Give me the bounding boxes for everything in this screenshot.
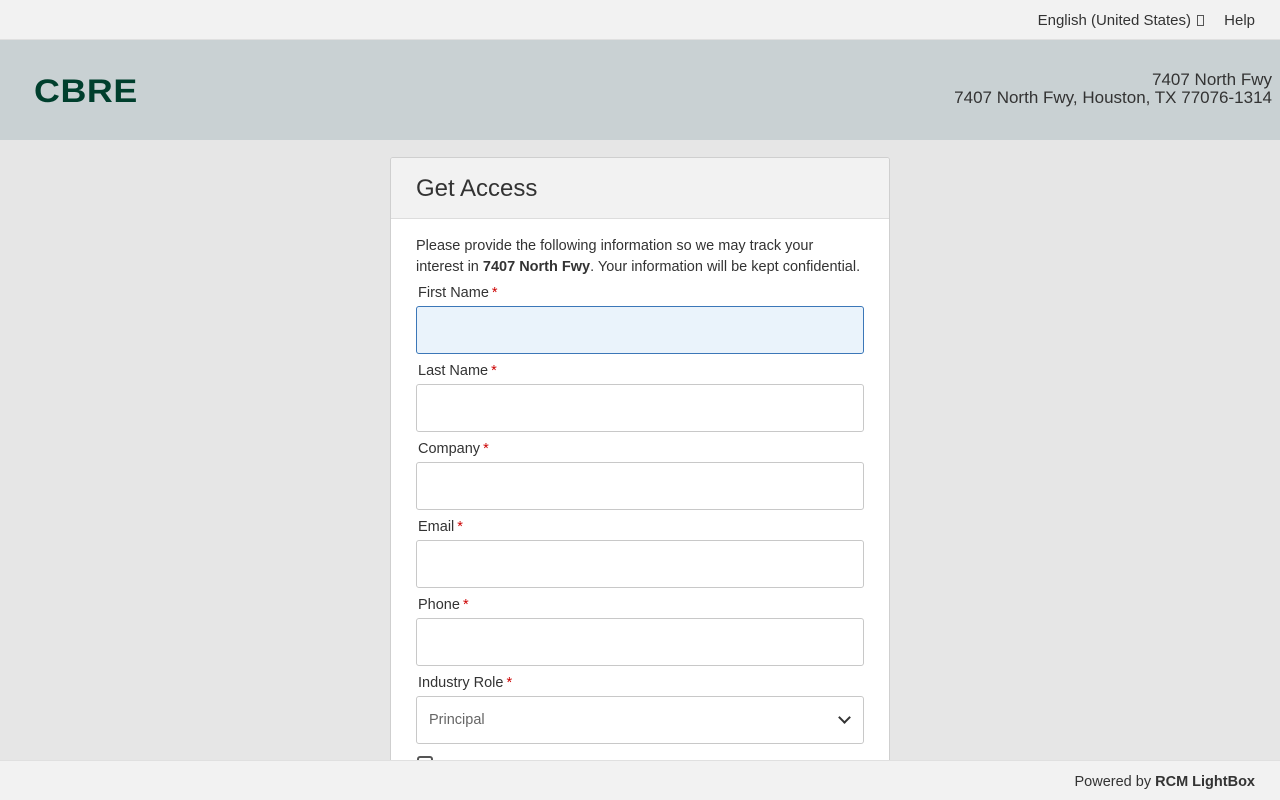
language-selector[interactable]: English (United States) xyxy=(1038,12,1204,29)
property-name: 7407 North Fwy xyxy=(1152,70,1272,89)
company-input[interactable] xyxy=(416,462,864,510)
company-field: Company * xyxy=(416,441,864,510)
powered-by: Powered by RCM LightBox xyxy=(1075,774,1255,790)
phone-label-text: Phone xyxy=(418,597,460,613)
first-name-field: First Name * xyxy=(416,285,864,354)
intro-suffix: . Your information will be kept confiden… xyxy=(590,259,861,275)
email-input[interactable] xyxy=(416,540,864,588)
get-access-card: Get Access Please provide the following … xyxy=(390,157,890,797)
card-title: Get Access xyxy=(416,175,538,202)
company-label-text: Company xyxy=(418,441,481,457)
required-marker: * xyxy=(506,675,513,691)
email-field: Email * xyxy=(416,519,864,588)
first-name-label: First Name * xyxy=(416,285,864,303)
last-name-label-text: Last Name xyxy=(418,363,489,379)
last-name-field: Last Name * xyxy=(416,363,864,432)
email-label-text: Email xyxy=(418,519,455,535)
property-address: 7407 North Fwy 7407 North Fwy, Houston, … xyxy=(954,71,1272,107)
last-name-label: Last Name * xyxy=(416,363,864,381)
required-marker: * xyxy=(483,441,489,457)
intro-property: 7407 North Fwy xyxy=(482,259,591,275)
required-marker: * xyxy=(462,597,469,613)
company-label: Company * xyxy=(416,441,864,459)
phone-field: Phone * xyxy=(416,597,864,666)
chevron-down-icon xyxy=(838,711,851,724)
first-name-input[interactable] xyxy=(416,306,864,354)
top-bar: English (United States) Help xyxy=(0,0,1280,40)
industry-role-field: Industry Role * Principal xyxy=(416,675,864,744)
industry-role-label: Industry Role * xyxy=(416,675,864,693)
site-footer: Powered by RCM LightBox xyxy=(0,760,1280,800)
powered-brand: RCM LightBox xyxy=(1155,774,1255,790)
email-label: Email * xyxy=(416,519,864,537)
required-marker: * xyxy=(457,519,463,535)
language-dropdown-icon xyxy=(1197,15,1204,26)
phone-input[interactable] xyxy=(416,618,864,666)
language-label: English (United States) xyxy=(1037,12,1191,29)
site-header: CBRE 7407 North Fwy 7407 North Fwy, Hous… xyxy=(0,40,1280,140)
industry-role-value: Principal xyxy=(429,712,485,728)
required-marker: * xyxy=(491,285,498,301)
cbre-logo: CBRE xyxy=(34,73,138,109)
first-name-label-text: First Name xyxy=(418,285,489,301)
industry-role-label-text: Industry Role xyxy=(418,675,504,691)
industry-role-select[interactable]: Principal xyxy=(416,696,864,744)
access-form: Please provide the following information… xyxy=(391,219,889,770)
required-marker: * xyxy=(491,363,497,379)
property-full-address: 7407 North Fwy, Houston, TX 77076-1314 xyxy=(954,88,1272,107)
intro-text: Please provide the following information… xyxy=(416,236,864,278)
card-header: Get Access xyxy=(391,158,889,219)
phone-label: Phone * xyxy=(416,597,864,615)
powered-prefix: Powered by xyxy=(1074,774,1156,790)
last-name-input[interactable] xyxy=(416,384,864,432)
help-link[interactable]: Help xyxy=(1224,12,1255,29)
